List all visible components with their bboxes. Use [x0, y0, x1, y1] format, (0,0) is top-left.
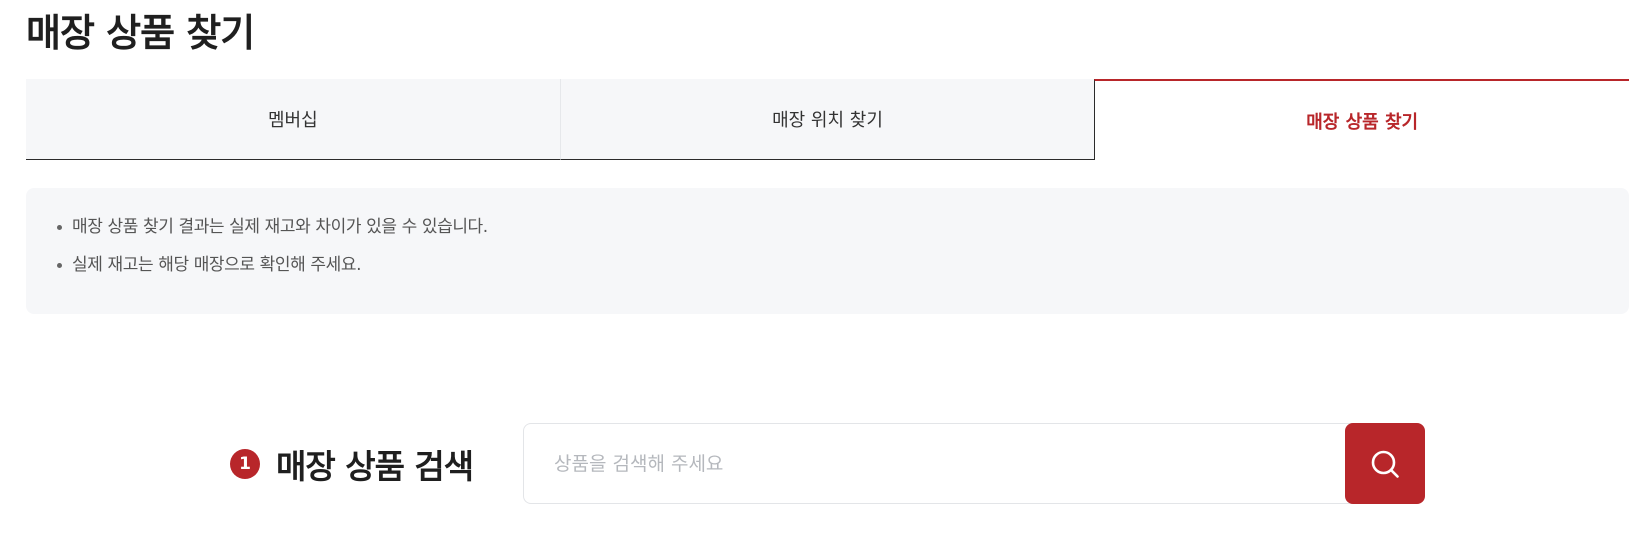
notice-box: 매장 상품 찾기 결과는 실제 재고와 차이가 있을 수 있습니다. 실제 재고…: [26, 188, 1629, 314]
search-icon: [1371, 450, 1399, 478]
tab-store-product-search[interactable]: 매장 상품 찾기: [1094, 79, 1630, 160]
notice-item: 실제 재고는 해당 매장으로 확인해 주세요.: [56, 254, 1629, 276]
notice-list: 매장 상품 찾기 결과는 실제 재고와 차이가 있을 수 있습니다. 실제 재고…: [56, 216, 1629, 276]
notice-item: 매장 상품 찾기 결과는 실제 재고와 차이가 있을 수 있습니다.: [56, 216, 1629, 238]
product-search-input[interactable]: [523, 423, 1353, 504]
tab-bar: 멤버십 매장 위치 찾기 매장 상품 찾기: [26, 79, 1630, 160]
tab-membership[interactable]: 멤버십: [26, 79, 560, 160]
search-section-title: 매장 상품 검색: [276, 446, 474, 486]
page-title: 매장 상품 찾기: [26, 11, 255, 55]
step-number-badge: 1: [230, 448, 260, 479]
step-label: 1 매장 상품 검색: [230, 440, 523, 488]
product-search-section: 1 매장 상품 검색: [230, 423, 1425, 504]
search-box: [523, 423, 1425, 504]
tab-store-location[interactable]: 매장 위치 찾기: [559, 79, 1095, 160]
search-button[interactable]: [1345, 423, 1425, 504]
